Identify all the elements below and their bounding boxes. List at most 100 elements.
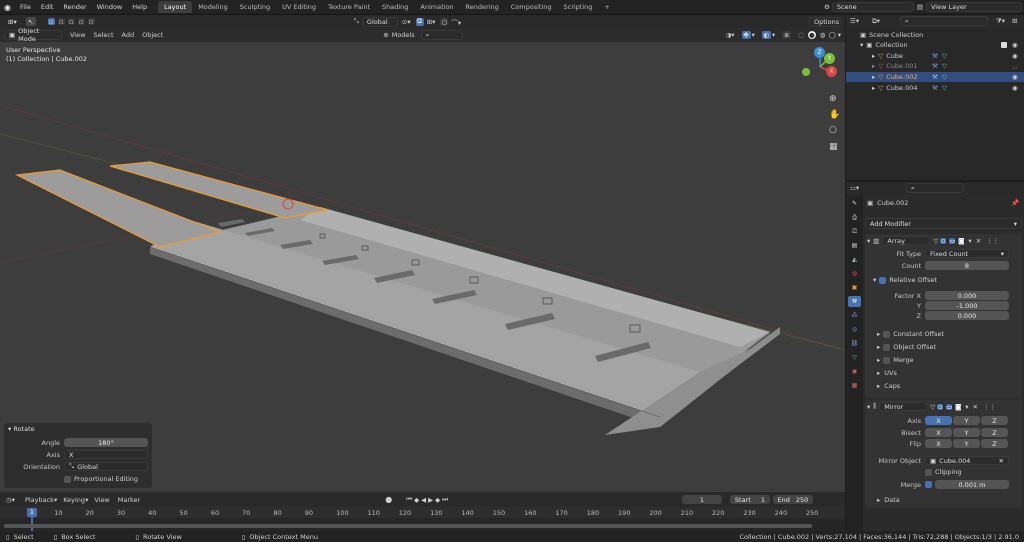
modifier-menu-icon[interactable]: ▾ <box>968 237 971 245</box>
axis-dropdown[interactable]: X <box>64 450 148 459</box>
eye-hidden-icon[interactable]: ◡ <box>1012 62 1018 70</box>
add-modifier-dropdown[interactable]: Add Modifier ▾ <box>865 218 1022 229</box>
render-toggle-icon[interactable]: ◙ <box>957 236 966 245</box>
workspace-tab-rendering[interactable]: Rendering <box>460 1 505 13</box>
options-dropdown[interactable]: Options <box>809 16 841 27</box>
xray-toggle-button[interactable]: ⧈ <box>781 30 793 40</box>
texture-tab-icon[interactable]: ▦ <box>848 380 861 391</box>
clear-field-icon[interactable]: ✕ <box>999 457 1004 465</box>
remove-modifier-icon[interactable]: ✕ <box>973 403 978 411</box>
scene-tab-icon[interactable]: ◭ <box>848 254 861 265</box>
navigation-gizmo[interactable]: Z Y X <box>800 47 840 87</box>
mode-dropdown[interactable]: ▣ Object Mode <box>4 27 62 43</box>
render-toggle-icon[interactable]: ◙ <box>954 402 963 411</box>
blender-logo-icon[interactable]: ◉ <box>0 3 15 12</box>
select-mode-subtract-button[interactable]: ▫ <box>66 17 76 26</box>
expand-arrow-icon[interactable]: ▸ <box>872 84 875 92</box>
orientation-dropdown[interactable]: ⤡ Global <box>64 462 148 471</box>
view-layer-tab-icon[interactable]: ▤ <box>848 240 861 251</box>
play-icon[interactable]: ▶ <box>428 496 433 504</box>
eye-icon[interactable]: ◉ <box>1012 52 1018 60</box>
object-offset-checkbox[interactable] <box>883 343 891 351</box>
outliner-filter-icon[interactable]: ⧩▾ <box>996 17 1005 26</box>
merge-checkbox[interactable] <box>883 356 891 364</box>
mirror-merge-checkbox[interactable] <box>925 481 932 488</box>
next-keyframe-icon[interactable]: ◆ <box>435 496 440 504</box>
factor-x-field[interactable]: 0.000 <box>925 291 1009 300</box>
edit-mode-toggle-icon[interactable]: ▽ <box>933 237 938 245</box>
constraints-tab-icon[interactable]: ⛓ <box>848 338 861 349</box>
bisect-y-toggle[interactable]: Y <box>953 428 980 437</box>
expand-arrow-icon[interactable]: ▸ <box>872 73 875 81</box>
scene-selector[interactable]: Scene <box>831 2 914 12</box>
menu-help[interactable]: Help <box>127 3 152 11</box>
viewport-menu-add[interactable]: Add <box>122 31 135 39</box>
select-mode-intersect-button[interactable]: ▫ <box>86 17 96 26</box>
models-dropdown[interactable]: Models <box>392 31 415 39</box>
angle-field[interactable]: 180° <box>64 438 148 447</box>
jump-start-icon[interactable]: ⏮ <box>406 495 412 504</box>
relative-offset-checkbox[interactable] <box>879 276 887 284</box>
shading-dropdown-icon[interactable]: ▾ <box>838 31 841 39</box>
factor-z-field[interactable]: 0.000 <box>925 311 1009 320</box>
viewport-menu-object[interactable]: Object <box>142 31 163 39</box>
outliner-editor-icon[interactable]: ☰▾ <box>850 17 859 25</box>
outliner-display-mode-icon[interactable]: ⧉▾ <box>872 17 880 26</box>
3d-viewport[interactable]: User Perspective (1) Collection | Cube.0… <box>0 42 845 492</box>
mirror-object-field[interactable]: ▣ Cube.004 ✕ <box>925 456 1009 465</box>
axis-x-toggle[interactable]: X <box>925 416 952 425</box>
flip-y-toggle[interactable]: Y <box>953 439 980 448</box>
select-mode-invert-button[interactable]: ▫ <box>76 17 86 26</box>
data-tab-icon[interactable]: ▽ <box>848 352 861 363</box>
fit-type-dropdown[interactable]: Fixed Count ▾ <box>925 249 1009 258</box>
drag-handle-icon[interactable]: ⋮⋮ <box>983 403 996 411</box>
mirror-name-field[interactable]: Mirror <box>879 402 928 411</box>
material-shading-icon[interactable]: ◍ <box>820 31 826 39</box>
factor-y-field[interactable]: -1.000 <box>925 301 1009 310</box>
gizmo-x-axis[interactable]: X <box>826 66 837 77</box>
cage-toggle-icon[interactable]: ▫ <box>939 236 948 245</box>
collection-checkbox[interactable] <box>1001 42 1007 48</box>
record-icon[interactable]: ● <box>385 495 392 504</box>
timeline[interactable]: 1 10 20 30 40 50 60 70 80 90 100 110 120 130 140 150 16… <box>0 507 845 531</box>
physics-tab-icon[interactable]: ◎ <box>848 324 861 335</box>
mirror-modifier-header[interactable]: ▾ ⫼ Mirror ▽ ▫ ▭ ◙ ▾ ✕ ⋮⋮ <box>867 402 1020 411</box>
snap-toggle-button[interactable]: ⧉ <box>414 16 425 27</box>
expand-arrow-icon[interactable]: ▸ <box>877 496 880 504</box>
expand-arrow-icon[interactable]: ▸ <box>877 382 880 390</box>
world-tab-icon[interactable]: ◍ <box>848 268 861 279</box>
wireframe-shading-icon[interactable]: ◌ <box>798 31 804 39</box>
modifier-menu-icon[interactable]: ▾ <box>965 403 968 411</box>
workspace-tab-uv-editing[interactable]: UV Editing <box>276 1 322 13</box>
collapse-arrow-icon[interactable]: ▾ <box>867 237 870 245</box>
gizmo-dropdown-icon[interactable]: ▾ <box>752 31 755 39</box>
constant-offset-row[interactable]: ▸ Constant Offset <box>877 330 944 338</box>
timeline-menu-playback[interactable]: Playback <box>25 496 54 504</box>
rotate-panel-header[interactable]: ▾ Rotate <box>8 425 35 433</box>
constant-offset-checkbox[interactable] <box>883 330 891 338</box>
outliner-row-cube-004[interactable]: ▸ ▽ Cube.004 ⚒ ▽ ◉ <box>846 83 1024 93</box>
gizmo-toggle-button[interactable]: ✥ <box>740 30 752 40</box>
timeline-editor-icon[interactable]: ◷▾ <box>6 496 15 504</box>
merge-distance-field[interactable]: 0.001 m <box>935 480 1009 489</box>
bisect-z-toggle[interactable]: Z <box>981 428 1008 437</box>
current-frame-field[interactable]: 1 <box>681 495 722 504</box>
zoom-icon[interactable]: ⊕ <box>829 94 837 104</box>
workspace-tab-modeling[interactable]: Modeling <box>192 1 234 13</box>
add-workspace-button[interactable]: + <box>598 1 615 13</box>
select-mode-new-button[interactable]: ▫ <box>46 17 56 26</box>
snap-target-icon[interactable]: ⊞▾ <box>427 18 436 26</box>
camera-icon[interactable]: ⎔ <box>829 126 837 136</box>
axis-z-toggle[interactable]: Z <box>981 416 1008 425</box>
outliner-row-cube[interactable]: ▸ ▽ Cube ⚒ ▽ ◉ <box>846 51 1024 61</box>
viewport-menu-select[interactable]: Select <box>93 31 113 39</box>
drag-handle-icon[interactable]: ⋮⋮ <box>986 237 999 245</box>
clipping-checkbox[interactable] <box>925 468 932 476</box>
edit-mode-toggle-icon[interactable]: ▽ <box>930 403 935 411</box>
eye-icon[interactable]: ◉ <box>1012 73 1018 81</box>
object-offset-row[interactable]: ▸ Object Offset <box>877 343 936 351</box>
solid-shading-button[interactable]: ● <box>806 30 817 40</box>
expand-arrow-icon[interactable]: ▸ <box>872 62 875 70</box>
array-modifier-header[interactable]: ▾ ▥ Array ▽ ▫ ▭ ◙ ▾ ✕ ⋮⋮ <box>867 236 1020 245</box>
bisect-x-toggle[interactable]: X <box>925 428 952 437</box>
